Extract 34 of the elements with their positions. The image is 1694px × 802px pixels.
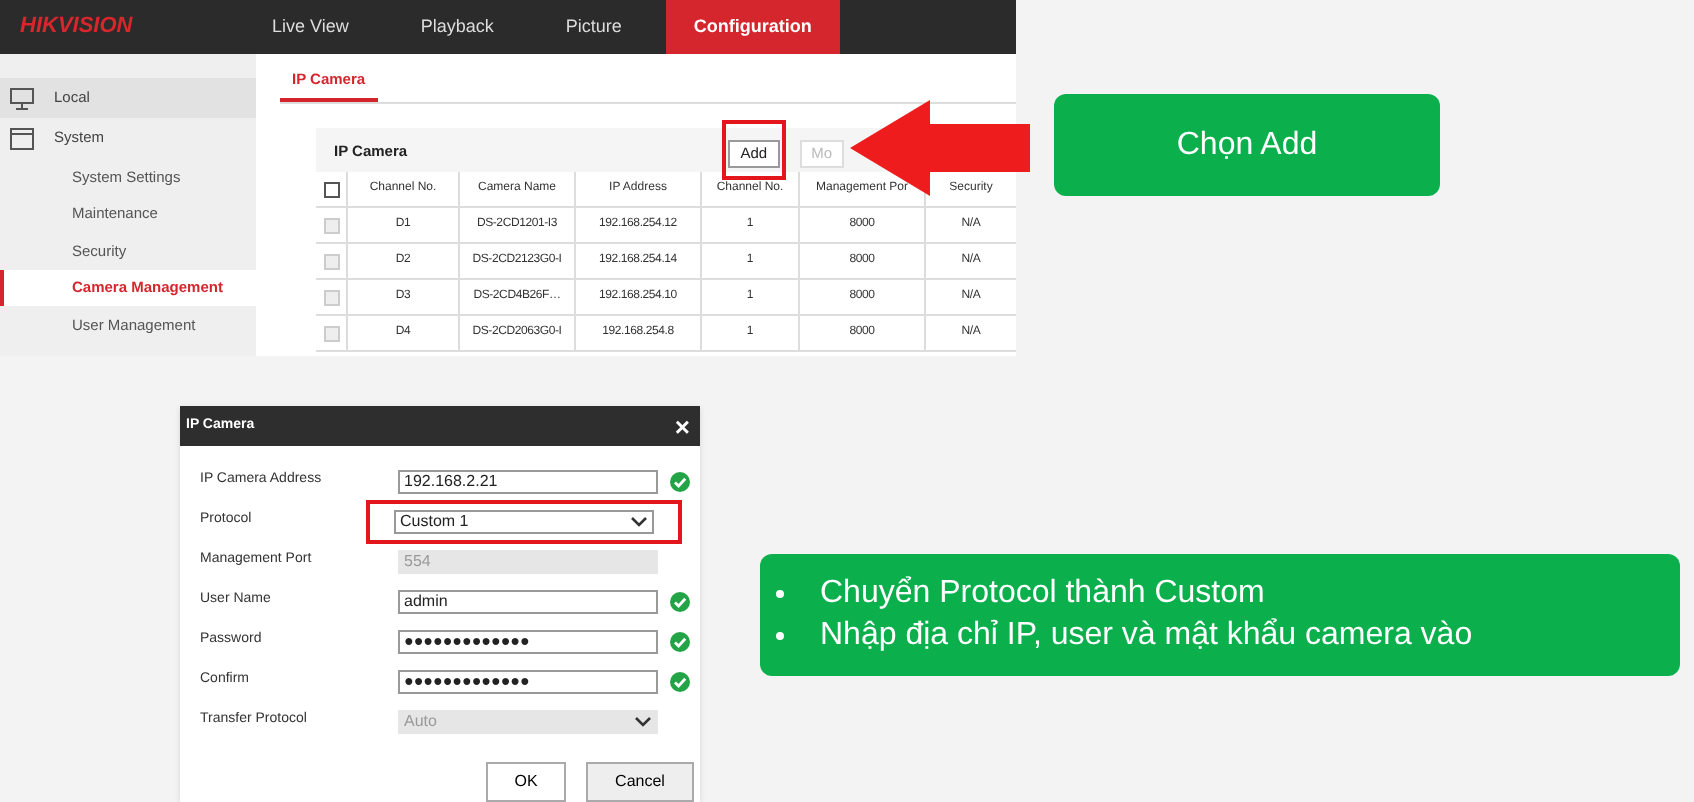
monitor-icon <box>10 87 34 109</box>
row-checkbox[interactable] <box>323 289 339 306</box>
nav-tab[interactable]: Configuration <box>665 0 840 54</box>
close-button[interactable]: × <box>670 413 694 439</box>
row-checkbox[interactable] <box>323 253 339 270</box>
field-value: 192.168.2.21 <box>404 469 500 493</box>
dropdown[interactable]: Custom 1 <box>394 509 654 533</box>
logo: HIKVISION <box>18 12 135 43</box>
caret-icon <box>630 515 648 527</box>
field-value: ●●●●●●●●●●●●● <box>404 629 532 653</box>
input-field[interactable]: admin <box>398 589 658 613</box>
callout-text: Chuyển Protocol thành Custom <box>820 574 1265 614</box>
bullet-icon <box>776 590 784 598</box>
nav-tab[interactable]: Live View <box>244 0 377 54</box>
input-field[interactable]: 192.168.2.21 <box>398 469 658 493</box>
callout-text: Chọn Add <box>1176 125 1318 165</box>
field-value: admin <box>404 589 450 613</box>
dialog-button[interactable]: OK <box>486 762 566 802</box>
input-field[interactable]: ●●●●●●●●●●●●● <box>398 629 658 653</box>
window-icon <box>10 127 34 149</box>
callout-text: Nhập địa chỉ IP, user và mật khẩu camera vào <box>820 616 1473 656</box>
field-value: Custom 1 <box>400 509 471 533</box>
dialog-button[interactable]: Cancel <box>586 762 694 802</box>
input-field[interactable]: ●●●●●●●●●●●●● <box>398 669 658 693</box>
nav-tab[interactable]: Picture <box>537 0 650 54</box>
field-value: Auto <box>404 709 439 733</box>
caret-icon <box>634 715 652 727</box>
row-checkbox[interactable] <box>323 217 339 234</box>
nav-tab[interactable]: Playback <box>392 0 522 54</box>
checkbox-icon[interactable] <box>323 181 339 198</box>
field-value: 554 <box>404 549 433 573</box>
bullet-icon <box>776 632 784 640</box>
row-checkbox[interactable] <box>323 325 339 342</box>
field-value: ●●●●●●●●●●●●● <box>404 669 532 693</box>
